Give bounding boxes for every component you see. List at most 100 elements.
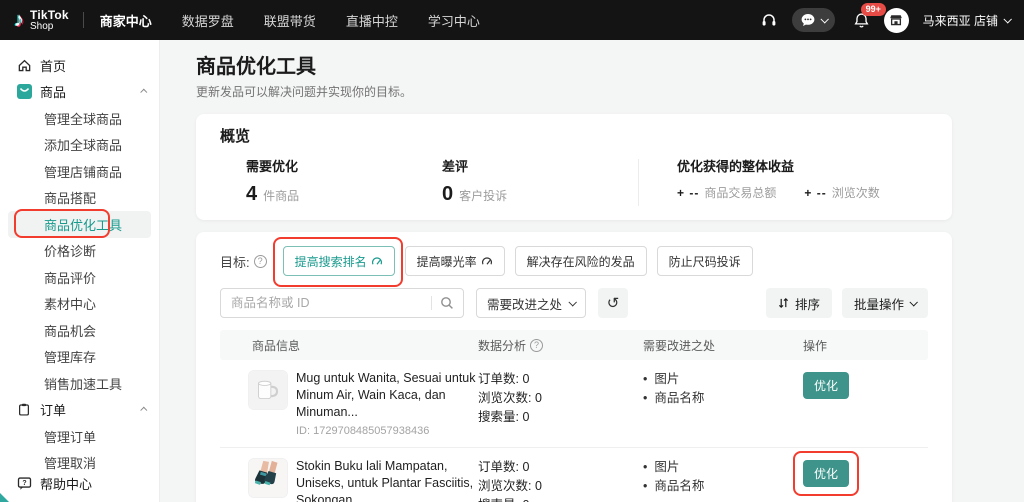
- sort-button[interactable]: 排序: [766, 288, 832, 318]
- notification-count-badge: 99+: [861, 3, 886, 17]
- sidebar-item-sales-accelerator[interactable]: 销售加速工具: [0, 370, 159, 397]
- sidebar-item-price-diagnosis[interactable]: 价格诊断: [0, 238, 159, 265]
- help-bubble-icon: ?: [16, 476, 32, 492]
- sidebar-item-manage-orders[interactable]: 管理订单: [0, 423, 159, 450]
- tab-prevent-size-complaints[interactable]: 防止尺码投诉: [657, 246, 753, 276]
- optimizer-tools-card: 目标: 提高搜索排名 提高曝光率: [196, 232, 952, 502]
- chat-bubble-icon: [800, 13, 816, 27]
- sidebar-item-add-global-products[interactable]: 添加全球商品: [0, 132, 159, 159]
- toolbar-row: 需要改进之处 排序 批量操作: [220, 288, 928, 318]
- column-header-product-info: 商品信息: [220, 337, 478, 354]
- sidebar-item-help-center[interactable]: ? 帮助中心: [0, 471, 159, 498]
- product-title[interactable]: Stokin Buku lali Mampatan, Uniseks, untu…: [296, 458, 478, 502]
- views-count: 浏览次数: 0: [478, 477, 643, 496]
- improvement-filter-dropdown[interactable]: 需要改进之处: [476, 288, 586, 318]
- overview-title: 概览: [220, 127, 928, 147]
- question-circle-icon[interactable]: [530, 339, 543, 352]
- products-table: 商品信息 数据分析 需要改进之处 操作 Mug un: [220, 330, 928, 502]
- goals-row: 目标: 提高搜索排名 提高曝光率: [220, 246, 928, 276]
- sidebar-item-manage-shop-products[interactable]: 管理店铺商品: [0, 158, 159, 185]
- product-image-mug[interactable]: [248, 370, 288, 410]
- sidebar-item-product-bundles[interactable]: 商品搭配: [0, 185, 159, 212]
- search-icon[interactable]: [440, 296, 454, 310]
- goals-label: 目标:: [220, 252, 267, 271]
- gauge-icon: [481, 255, 493, 267]
- product-analytics: 订单数: 0 浏览次数: 0 搜索量: 0: [478, 458, 643, 502]
- sidebar-navigation: 首页 商品 管理全球商品 添加全球商品 管理店铺商品 商品搭配 商品优化工具 价…: [0, 40, 160, 502]
- sidebar-item-product-opportunities[interactable]: 商品机会: [0, 317, 159, 344]
- sidebar-item-asset-center[interactable]: 素材中心: [0, 291, 159, 318]
- stat-label: 需要优化: [246, 159, 442, 175]
- notifications-button[interactable]: 99+: [853, 12, 870, 29]
- chevron-down-icon: [909, 298, 917, 306]
- sidebar-item-label: 商品优化工具: [44, 215, 122, 234]
- table-row: Stokin Buku lali Mampatan, Uniseks, untu…: [220, 447, 928, 502]
- table-header-row: 商品信息 数据分析 需要改进之处 操作: [220, 330, 928, 360]
- product-improvements: 图片 商品名称: [643, 458, 803, 496]
- search-divider: [431, 296, 432, 310]
- nav-affiliate[interactable]: 联盟带货: [264, 11, 316, 30]
- page-subtitle: 更新发品可以解决问题并实现你的目标。: [196, 84, 952, 100]
- goal-tabs: 提高搜索排名 提高曝光率 解决存在风险的发品 防止尺码投诉: [283, 246, 753, 276]
- nav-live-console[interactable]: 直播中控: [346, 11, 398, 30]
- benefit-views: + -- 浏览次数: [804, 184, 879, 201]
- orders-count: 订单数: 0: [478, 370, 643, 389]
- sidebar-item-manage-global-products[interactable]: 管理全球商品: [0, 105, 159, 132]
- nav-seller-center[interactable]: 商家中心: [100, 11, 152, 30]
- tab-resolve-risky-listings[interactable]: 解决存在风险的发品: [515, 246, 647, 276]
- orders-clipboard-icon: [16, 402, 32, 418]
- refresh-button[interactable]: [598, 288, 628, 318]
- stat-label: 差评: [442, 159, 638, 175]
- overview-card: 概览 需要优化 4 件商品 差评 0 客户投诉: [196, 114, 952, 220]
- question-circle-icon[interactable]: [254, 255, 267, 268]
- stat-negative-reviews: 差评 0 客户投诉: [442, 159, 638, 206]
- optimize-button[interactable]: 优化: [803, 460, 849, 487]
- stat-value: 0: [442, 182, 453, 206]
- support-headset-icon[interactable]: [760, 11, 778, 29]
- top-nav-links: 商家中心 数据罗盘 联盟带货 直播中控 学习中心: [100, 11, 480, 30]
- batch-actions-button[interactable]: 批量操作: [842, 288, 928, 318]
- column-header-analytics: 数据分析: [478, 337, 643, 354]
- product-improvements: 图片 商品名称: [643, 370, 803, 408]
- product-analytics: 订单数: 0 浏览次数: 0 搜索量: 0: [478, 370, 643, 427]
- stat-unit: 客户投诉: [459, 187, 507, 204]
- nav-divider: [83, 12, 84, 28]
- sidebar-group-orders[interactable]: 订单: [0, 397, 159, 424]
- messages-button[interactable]: [792, 8, 835, 32]
- stat-needs-optimization: 需要优化 4 件商品: [246, 159, 442, 206]
- chevron-up-icon: [140, 89, 147, 96]
- sidebar-group-products[interactable]: 商品: [0, 79, 159, 106]
- orders-count: 订单数: 0: [478, 458, 643, 477]
- sidebar-item-product-reviews[interactable]: 商品评价: [0, 264, 159, 291]
- table-row: Mug untuk Wanita, Sesuai untuk Minum Air…: [220, 360, 928, 447]
- logo-text-primary: TikTok: [30, 9, 69, 21]
- chevron-up-icon: [140, 407, 147, 414]
- optimize-button[interactable]: 优化: [803, 372, 849, 399]
- tiktok-note-icon: ♪: [14, 10, 24, 30]
- stats-divider: [638, 159, 639, 206]
- column-header-improvements: 需要改进之处: [643, 337, 803, 354]
- product-image-socks[interactable]: [248, 458, 288, 498]
- shop-region-selector[interactable]: 马来西亚 店铺: [923, 12, 1010, 29]
- sidebar-item-label: 首页: [40, 56, 66, 75]
- svg-text:?: ?: [22, 480, 26, 487]
- product-search-input[interactable]: [231, 296, 427, 310]
- sidebar-item-home[interactable]: 首页: [0, 52, 159, 79]
- tab-improve-search-ranking[interactable]: 提高搜索排名: [283, 246, 395, 276]
- product-title[interactable]: Mug untuk Wanita, Sesuai untuk Minum Air…: [296, 370, 478, 421]
- sidebar-item-product-optimizer[interactable]: 商品优化工具: [8, 211, 151, 238]
- storefront-icon: [889, 13, 903, 27]
- products-bag-icon: [16, 84, 32, 100]
- chevron-down-icon: [568, 298, 576, 306]
- tab-improve-exposure[interactable]: 提高曝光率: [405, 246, 505, 276]
- sidebar-item-manage-inventory[interactable]: 管理库存: [0, 344, 159, 371]
- nav-learning-center[interactable]: 学习中心: [428, 11, 480, 30]
- shop-avatar[interactable]: [884, 8, 909, 33]
- stat-unit: 件商品: [263, 187, 299, 204]
- product-id: ID: 1729708485057938436: [296, 425, 478, 437]
- nav-data-compass[interactable]: 数据罗盘: [182, 11, 234, 30]
- tiktok-shop-logo[interactable]: ♪ TikTok Shop: [14, 9, 69, 32]
- searches-count: 搜索量: 0: [478, 496, 643, 502]
- shop-region-label: 马来西亚 店铺: [923, 12, 998, 29]
- home-icon: [16, 57, 32, 73]
